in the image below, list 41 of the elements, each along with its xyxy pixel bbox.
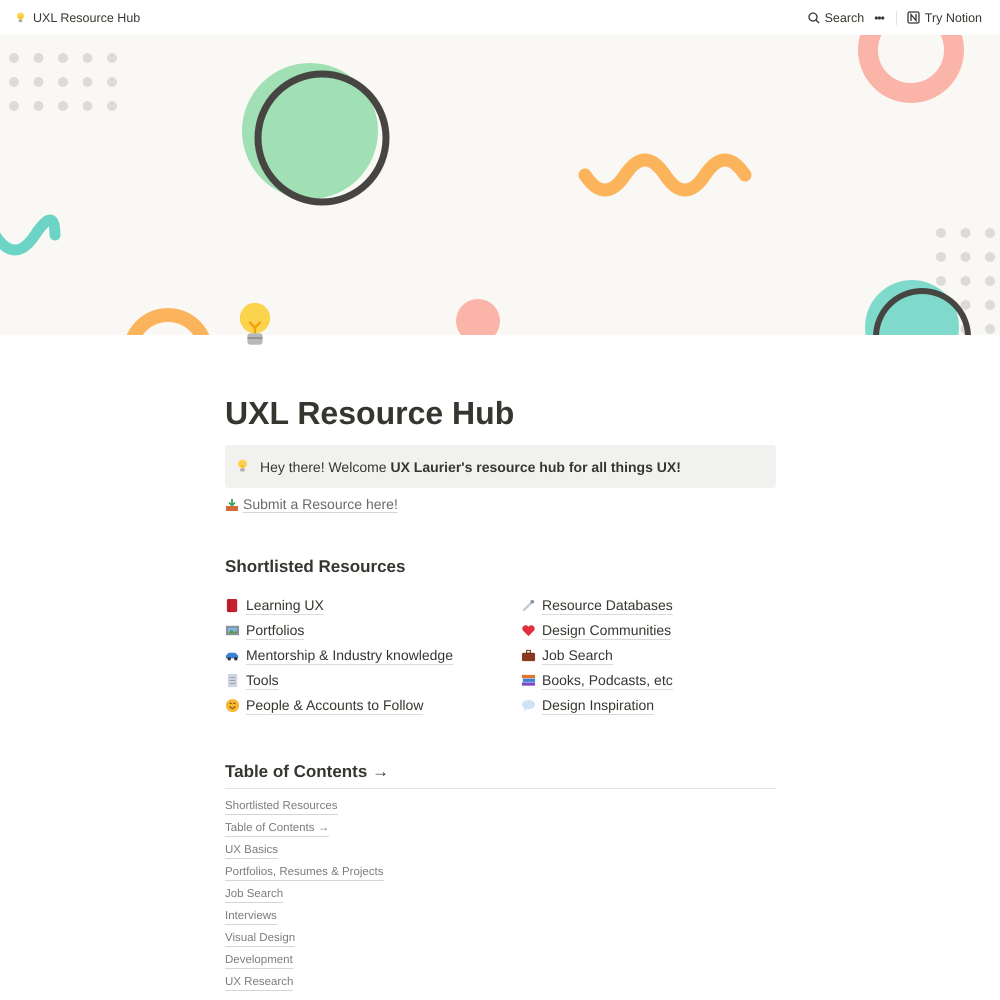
section-heading: Table of Contents → [225, 762, 776, 789]
book-icon [225, 598, 240, 613]
briefcase-icon [521, 648, 536, 663]
page-title[interactable]: UXL Resource Hub [33, 10, 140, 24]
toc-link[interactable]: UX Basics [225, 842, 278, 859]
bulb-icon [237, 459, 248, 474]
inbox-tray-icon [225, 498, 239, 512]
try-notion-button[interactable]: Try Notion [902, 8, 986, 28]
notion-logo [906, 11, 920, 24]
resource-link[interactable]: Tools [246, 671, 279, 690]
resource-link[interactable]: Mentorship & Industry knowledge [246, 646, 453, 665]
notepad-icon [225, 673, 240, 688]
page-heading: UXL Resource Hub [225, 394, 516, 433]
submit-link[interactable]: Submit a Resource here! [243, 496, 398, 513]
toc-link[interactable]: Job Search [225, 886, 284, 903]
section-heading: Shortlisted Resources [225, 557, 406, 577]
resource-link[interactable]: Design Inspiration [542, 696, 654, 715]
more-button[interactable]: ••• [868, 10, 890, 24]
toc-link[interactable]: Table of Contents → [225, 820, 330, 837]
toc-link[interactable]: UX Research [225, 974, 294, 991]
resource-link[interactable]: People & Accounts to Follow [246, 696, 424, 715]
smiling-face-icon [225, 698, 240, 713]
toc-link[interactable]: Shortlisted Resources [225, 798, 338, 815]
framed-picture-icon [225, 623, 240, 638]
toc-link[interactable]: Interviews [225, 908, 277, 925]
toc-link[interactable]: Portfolios, Resumes & Projects [225, 864, 384, 881]
search-icon [808, 12, 820, 24]
bulb-icon [16, 12, 25, 24]
resource-link[interactable]: Portfolios [246, 621, 304, 640]
resource-link[interactable]: Books, Podcasts, etc [542, 671, 673, 690]
toc-link[interactable]: Visual Design [225, 930, 296, 947]
heart-icon [521, 623, 536, 638]
books-icon [521, 673, 536, 688]
resource-link[interactable]: Design Communities [542, 621, 672, 640]
resource-link[interactable]: Learning UX [246, 596, 324, 615]
toc-link[interactable]: Development [225, 952, 293, 969]
callout-text: Hey there! Welcome UX Laurier's resource hub for all things UX! [260, 458, 681, 474]
speech-bubble-icon [521, 698, 536, 713]
resource-link[interactable]: Job Search [542, 646, 613, 665]
search-button[interactable]: Search [804, 8, 868, 28]
resource-link[interactable]: Resource Databases [542, 596, 673, 615]
